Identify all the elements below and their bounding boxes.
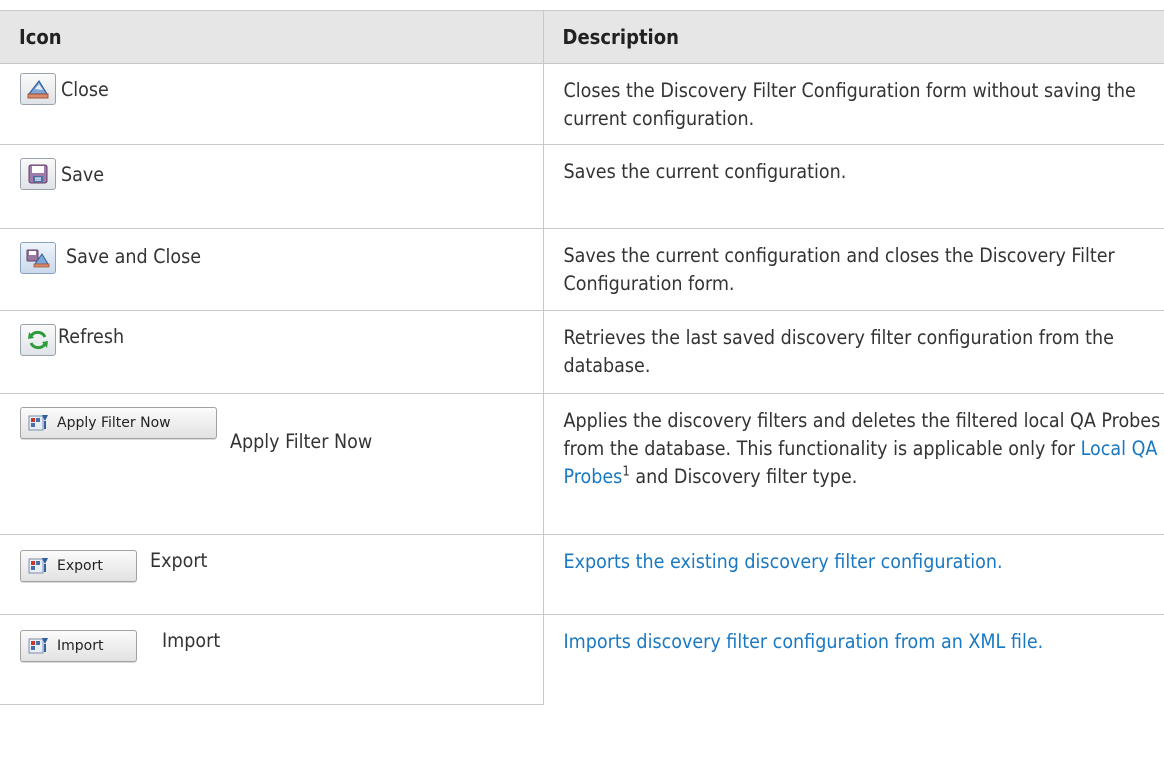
icon-cell: Apply Filter Now Apply Filter Now: [0, 393, 543, 535]
icon-cell: Refresh: [0, 310, 543, 394]
toolbar-icons-table: Icon Description Close Closes the Discov…: [0, 10, 1164, 705]
export-description-link[interactable]: Exports the existing discovery filter co…: [564, 550, 1003, 573]
refresh-button[interactable]: [20, 324, 56, 356]
import-icon: [27, 636, 49, 656]
description-cell: Applies the discovery filters and delete…: [542, 393, 1164, 535]
description-text-end: and Discovery filter type.: [629, 465, 858, 488]
import-label: Import: [162, 629, 221, 652]
description-cell: Exports the existing discovery filter co…: [542, 534, 1164, 615]
close-icon: [27, 79, 49, 99]
description-cell: Closes the Discovery Filter Configuratio…: [542, 63, 1164, 145]
icon-cell: Save and Close: [0, 228, 543, 311]
refresh-icon: [28, 330, 48, 350]
table-row: Import Import Imports discovery filter c…: [0, 614, 1164, 705]
export-button-text: Export: [57, 558, 103, 574]
apply-filter-now-button-text: Apply Filter Now: [57, 415, 171, 431]
save-button[interactable]: [20, 158, 56, 190]
close-label: Close: [61, 78, 109, 101]
description-cell: Retrieves the last saved discovery filte…: [542, 310, 1164, 394]
apply-filter-icon: [27, 413, 49, 433]
save-icon: [28, 164, 48, 184]
save-label: Save: [61, 163, 105, 186]
export-icon: [27, 556, 49, 576]
table-row: Apply Filter Now Apply Filter Now Applie…: [0, 393, 1164, 535]
table-row: Close Closes the Discovery Filter Config…: [0, 63, 1164, 145]
icon-cell: Save: [0, 144, 543, 229]
apply-filter-now-button[interactable]: Apply Filter Now: [20, 407, 217, 439]
footnote-marker: 1: [622, 464, 630, 480]
icon-cell: Close: [0, 63, 543, 145]
description-cell: Saves the current configuration and clos…: [542, 228, 1164, 311]
table-row: Export Export Exports the existing disco…: [0, 534, 1164, 615]
export-label: Export: [150, 549, 208, 572]
table-header-row: Icon Description: [0, 10, 1164, 64]
table-row: Save and Close Saves the current configu…: [0, 228, 1164, 311]
description-column-header: Description: [542, 10, 1164, 64]
description-text: Applies the discovery filters and delete…: [563, 409, 1161, 460]
import-button[interactable]: Import: [20, 630, 137, 662]
icon-cell: Export Export: [0, 534, 543, 615]
save-and-close-button[interactable]: [20, 242, 56, 274]
refresh-label: Refresh: [58, 325, 125, 348]
save-and-close-icon: [26, 249, 50, 268]
apply-filter-now-label: Apply Filter Now: [230, 430, 373, 453]
icon-cell: Import Import: [0, 614, 543, 705]
export-button[interactable]: Export: [20, 550, 137, 582]
description-cell: Imports discovery filter configuration f…: [542, 614, 1164, 705]
table-row: Save Saves the current configuration.: [0, 144, 1164, 229]
table-row: Refresh Retrieves the last saved discove…: [0, 310, 1164, 394]
description-cell: Saves the current configuration.: [542, 144, 1164, 229]
import-description-link[interactable]: Imports discovery filter configuration f…: [564, 630, 1044, 653]
icon-column-header: Icon: [0, 10, 543, 64]
save-and-close-label: Save and Close: [66, 245, 202, 268]
import-button-text: Import: [57, 638, 104, 654]
close-button[interactable]: [20, 73, 56, 105]
